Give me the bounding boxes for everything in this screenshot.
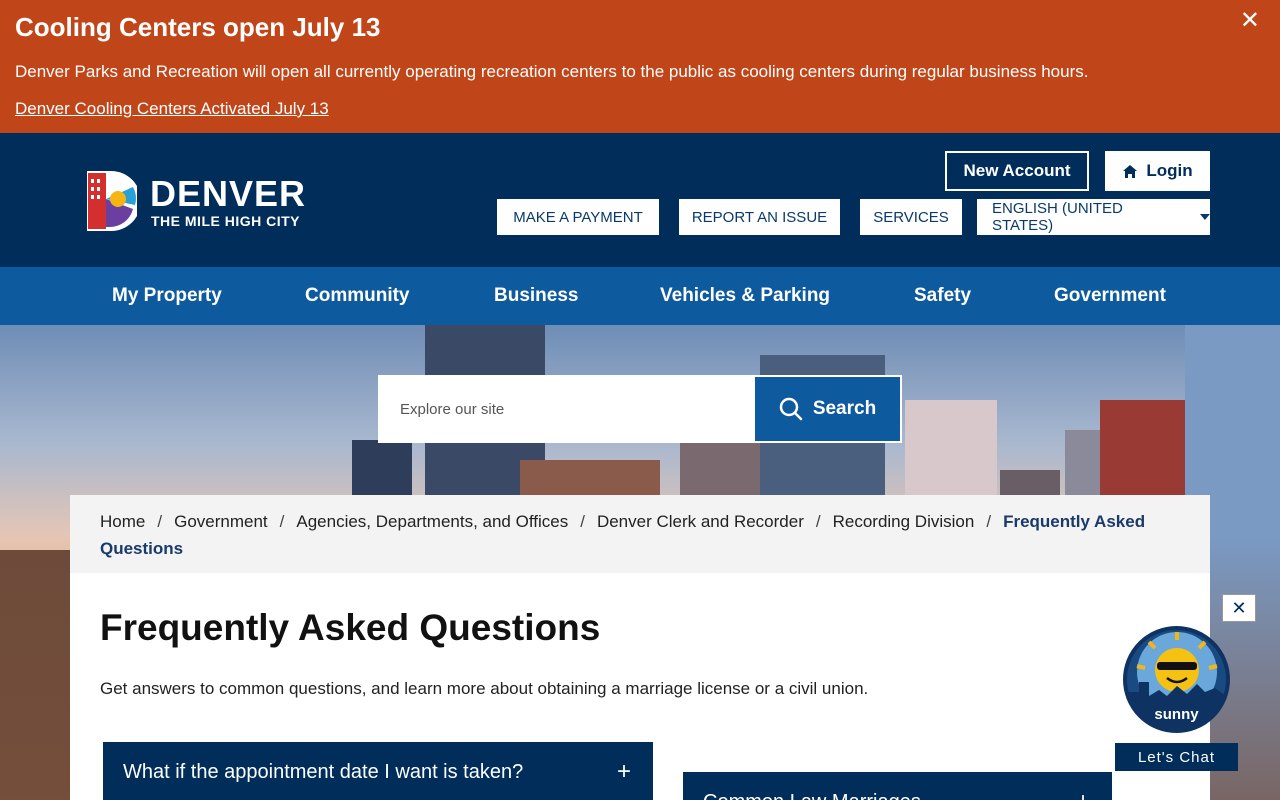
- breadcrumb-separator: /: [279, 512, 285, 531]
- accordion-label: Common Law Marriages: [703, 791, 921, 800]
- logo-wordmark: DENVER: [150, 173, 307, 214]
- nav-community[interactable]: Community: [305, 267, 410, 325]
- search-button[interactable]: Search: [755, 377, 900, 441]
- denver-logo[interactable]: DENVER THE MILE HIGH CITY: [85, 169, 315, 233]
- denver-logo-icon: [87, 171, 137, 231]
- make-payment-button[interactable]: MAKE A PAYMENT: [497, 199, 659, 235]
- alert-text: Denver Parks and Recreation will open al…: [15, 62, 1089, 81]
- report-issue-button[interactable]: REPORT AN ISSUE: [679, 199, 840, 235]
- breadcrumb-separator: /: [986, 512, 992, 531]
- plus-icon: +: [1076, 788, 1090, 800]
- alert-title: Cooling Centers open July 13: [15, 12, 381, 42]
- chevron-down-icon: [1200, 214, 1210, 220]
- breadcrumb-clerk-recorder[interactable]: Denver Clerk and Recorder: [597, 512, 804, 531]
- logo-tagline: THE MILE HIGH CITY: [151, 213, 300, 229]
- new-account-button[interactable]: New Account: [945, 151, 1089, 191]
- breadcrumb-recording-division[interactable]: Recording Division: [833, 512, 975, 531]
- login-label: Login: [1146, 161, 1193, 180]
- accordion-appointment-date[interactable]: What if the appointment date I want is t…: [103, 742, 653, 800]
- nav-business[interactable]: Business: [494, 267, 578, 325]
- main-nav: My Property Community Business Vehicles …: [0, 267, 1280, 325]
- site-header: DENVER THE MILE HIGH CITY New Account Lo…: [0, 133, 1280, 267]
- home-icon: [1123, 164, 1138, 178]
- nav-vehicles-parking[interactable]: Vehicles & Parking: [660, 267, 830, 325]
- services-button[interactable]: SERVICES: [860, 199, 962, 235]
- site-search: Search: [378, 375, 902, 443]
- chat-launcher[interactable]: sunny: [1123, 626, 1230, 733]
- login-button[interactable]: Login: [1105, 151, 1210, 191]
- chat-close-button[interactable]: ✕: [1222, 594, 1256, 622]
- accordion-common-law-marriages[interactable]: Common Law Marriages +: [683, 772, 1112, 800]
- breadcrumb-home[interactable]: Home: [100, 512, 145, 531]
- search-button-label: Search: [812, 398, 877, 419]
- nav-safety[interactable]: Safety: [914, 267, 971, 325]
- main-content: Frequently Asked Questions Get answers t…: [70, 573, 1210, 800]
- search-icon: [779, 397, 803, 421]
- lets-chat-button[interactable]: Let's Chat: [1115, 743, 1238, 771]
- breadcrumb-government[interactable]: Government: [174, 512, 268, 531]
- breadcrumb: Home / Government / Agencies, Departments, a…: [70, 495, 1210, 573]
- breadcrumb-separator: /: [815, 512, 821, 531]
- page-title: Frequently Asked Questions: [100, 607, 601, 648]
- page-intro: Get answers to common questions, and lea…: [100, 679, 869, 698]
- accordion-label: What if the appointment date I want is t…: [123, 760, 524, 783]
- language-select[interactable]: ENGLISH (UNITED STATES): [977, 199, 1210, 235]
- nav-government[interactable]: Government: [1054, 267, 1166, 325]
- breadcrumb-separator: /: [580, 512, 585, 531]
- language-label: ENGLISH (UNITED STATES): [992, 200, 1123, 234]
- close-icon[interactable]: ✕: [1240, 6, 1260, 35]
- plus-icon: +: [616, 758, 631, 785]
- breadcrumb-agencies[interactable]: Agencies, Departments, and Offices: [296, 512, 568, 531]
- search-input[interactable]: [378, 375, 755, 443]
- breadcrumb-separator: /: [157, 512, 163, 531]
- nav-my-property[interactable]: My Property: [112, 267, 222, 325]
- alert-link[interactable]: Denver Cooling Centers Activated July 13: [15, 99, 329, 119]
- alert-banner: Cooling Centers open July 13 Denver Park…: [0, 0, 1280, 133]
- chat-mascot-name: sunny: [1154, 706, 1199, 723]
